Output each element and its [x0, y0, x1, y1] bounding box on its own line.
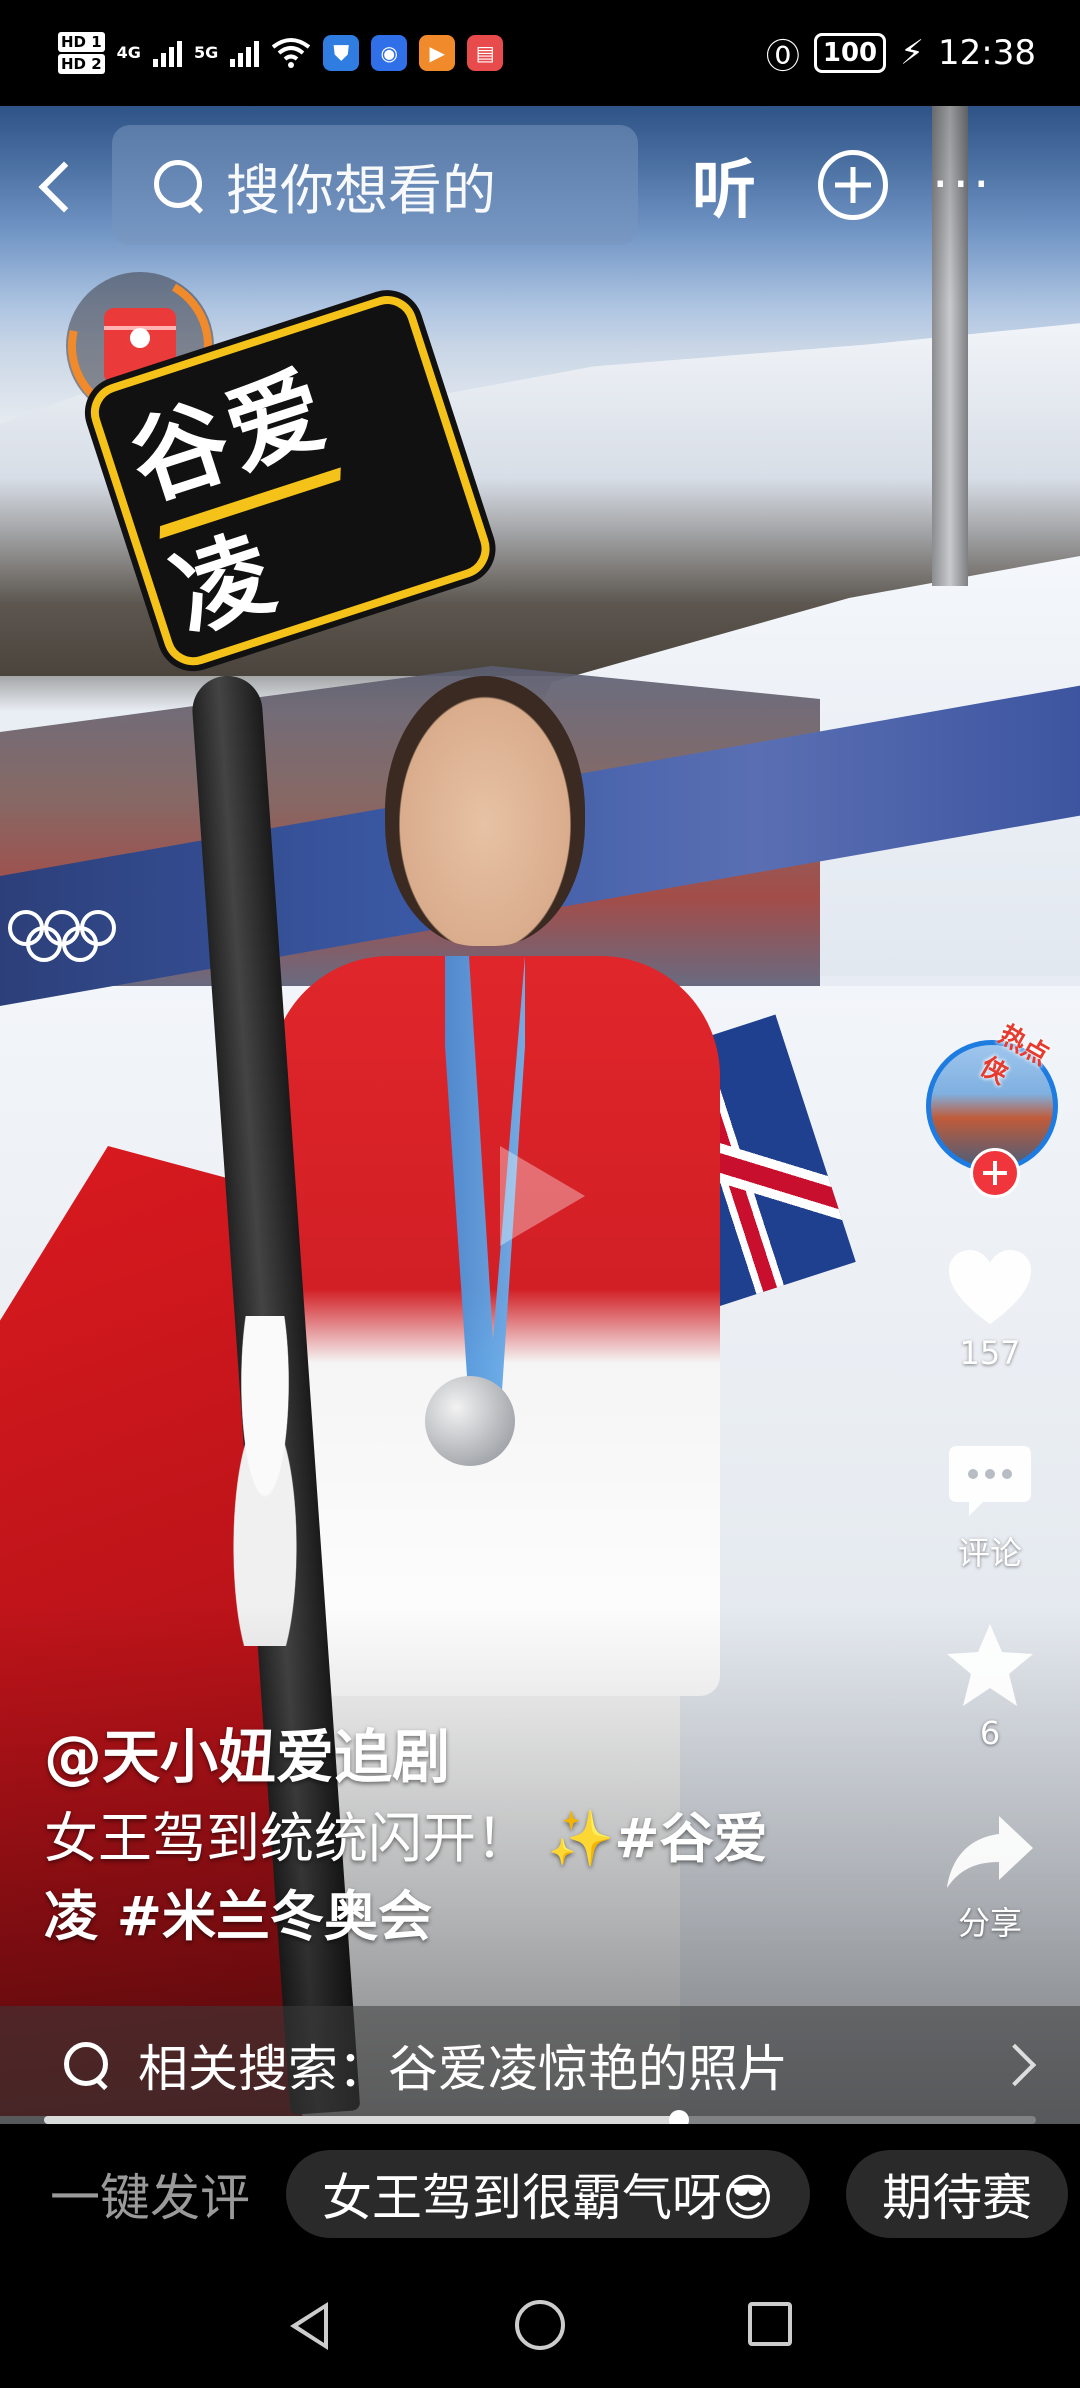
clock: 12:38 [938, 33, 1036, 73]
nav-home-icon[interactable] [515, 2300, 565, 2350]
signal-icon-2 [230, 39, 260, 67]
charging-icon: ⚡ [900, 33, 925, 73]
nav-recents-icon[interactable] [748, 2302, 792, 2346]
sim2-label: HD 2 [58, 54, 105, 74]
back-icon[interactable] [30, 155, 80, 215]
progress-fill [44, 2116, 679, 2124]
like-count: 157 [959, 1334, 1021, 1372]
book-app-icon: ▤ [467, 35, 504, 71]
post-caption[interactable]: 女王驾到统统闪开！ ✨#谷爱 凌 #米兰冬奥会 [44, 1800, 814, 1956]
more-button[interactable]: ··· [932, 159, 994, 211]
video-scene-person [385, 676, 585, 946]
play-app-icon: ▶ [419, 35, 456, 71]
share-button[interactable]: 分享 [930, 1812, 1050, 1944]
search-bar[interactable]: 搜你想看的 [112, 125, 638, 245]
related-search-bar[interactable]: 相关搜索：谷爱凌惊艳的照片 [0, 2006, 1080, 2124]
video-progress-bar[interactable] [44, 2110, 1036, 2130]
related-search-text: 相关搜索：谷爱凌惊艳的照片 [138, 2040, 788, 2098]
nfc-icon: ⓪ [765, 36, 800, 77]
hashtag-link[interactable]: #谷爱 [614, 1807, 767, 1870]
comment-button[interactable]: 评论 [930, 1442, 1050, 1574]
network-type-2: 5G [193, 43, 219, 62]
like-button[interactable]: 157 [930, 1248, 1050, 1372]
quick-comment-label: 一键发评 [50, 2169, 250, 2227]
add-icon[interactable] [818, 150, 888, 220]
search-icon [62, 2040, 112, 2090]
author-name[interactable]: @天小妞爱追剧 [44, 1710, 450, 1794]
system-nav-bar [0, 2264, 1080, 2388]
favorite-count: 6 [979, 1714, 1001, 1752]
comment-label: 评论 [957, 1534, 1022, 1572]
quick-comment-chip[interactable]: 女王驾到很霸气呀😎 [286, 2150, 811, 2238]
follow-button[interactable] [970, 1148, 1020, 1198]
sim-indicator: HD 1 HD 2 [58, 32, 105, 74]
video-scene-toy [210, 1316, 320, 1646]
favorite-button[interactable]: 6 [930, 1622, 1050, 1752]
creator-avatar-group[interactable]: 热点侠 [922, 1020, 1062, 1198]
network-type-1: 4G [116, 43, 141, 62]
heart-icon [947, 1248, 1033, 1328]
wifi-icon [271, 38, 311, 68]
hashtag-link-2[interactable]: 凌 #米兰冬奥会 [44, 1885, 432, 1948]
shield-app-icon: ⛊ [323, 35, 360, 71]
sim1-label: HD 1 [58, 32, 105, 52]
caption-text: 女王驾到统统闪开！ ✨ [44, 1807, 615, 1870]
quick-comment-row: 一键发评 女王驾到很霸气呀😎 期待赛 [0, 2124, 1080, 2264]
olympic-rings-icon [8, 910, 116, 962]
star-icon [945, 1622, 1035, 1708]
battery-indicator: 100 [813, 33, 887, 73]
comment-icon [947, 1442, 1033, 1522]
chevron-right-icon [993, 2043, 1037, 2087]
search-placeholder: 搜你想看的 [226, 158, 496, 222]
top-nav: 搜你想看的 听 ··· [0, 120, 1080, 250]
quick-comment-chip[interactable]: 期待赛 [846, 2150, 1069, 2238]
listen-button[interactable]: 听 [692, 139, 756, 231]
nav-back-icon[interactable] [290, 2302, 328, 2350]
status-bar: HD 1 HD 2 4G 5G ⛊ ◉ ▶ ▤ ⓪ 100 ⚡ 12:38 [0, 0, 1080, 106]
video-scene-medal [425, 1376, 515, 1466]
play-icon[interactable] [500, 1146, 585, 1246]
signal-icon [152, 39, 182, 67]
search-icon [152, 158, 206, 212]
bulb-app-icon: ◉ [371, 35, 408, 71]
share-label: 分享 [957, 1904, 1022, 1942]
share-icon [945, 1812, 1035, 1892]
